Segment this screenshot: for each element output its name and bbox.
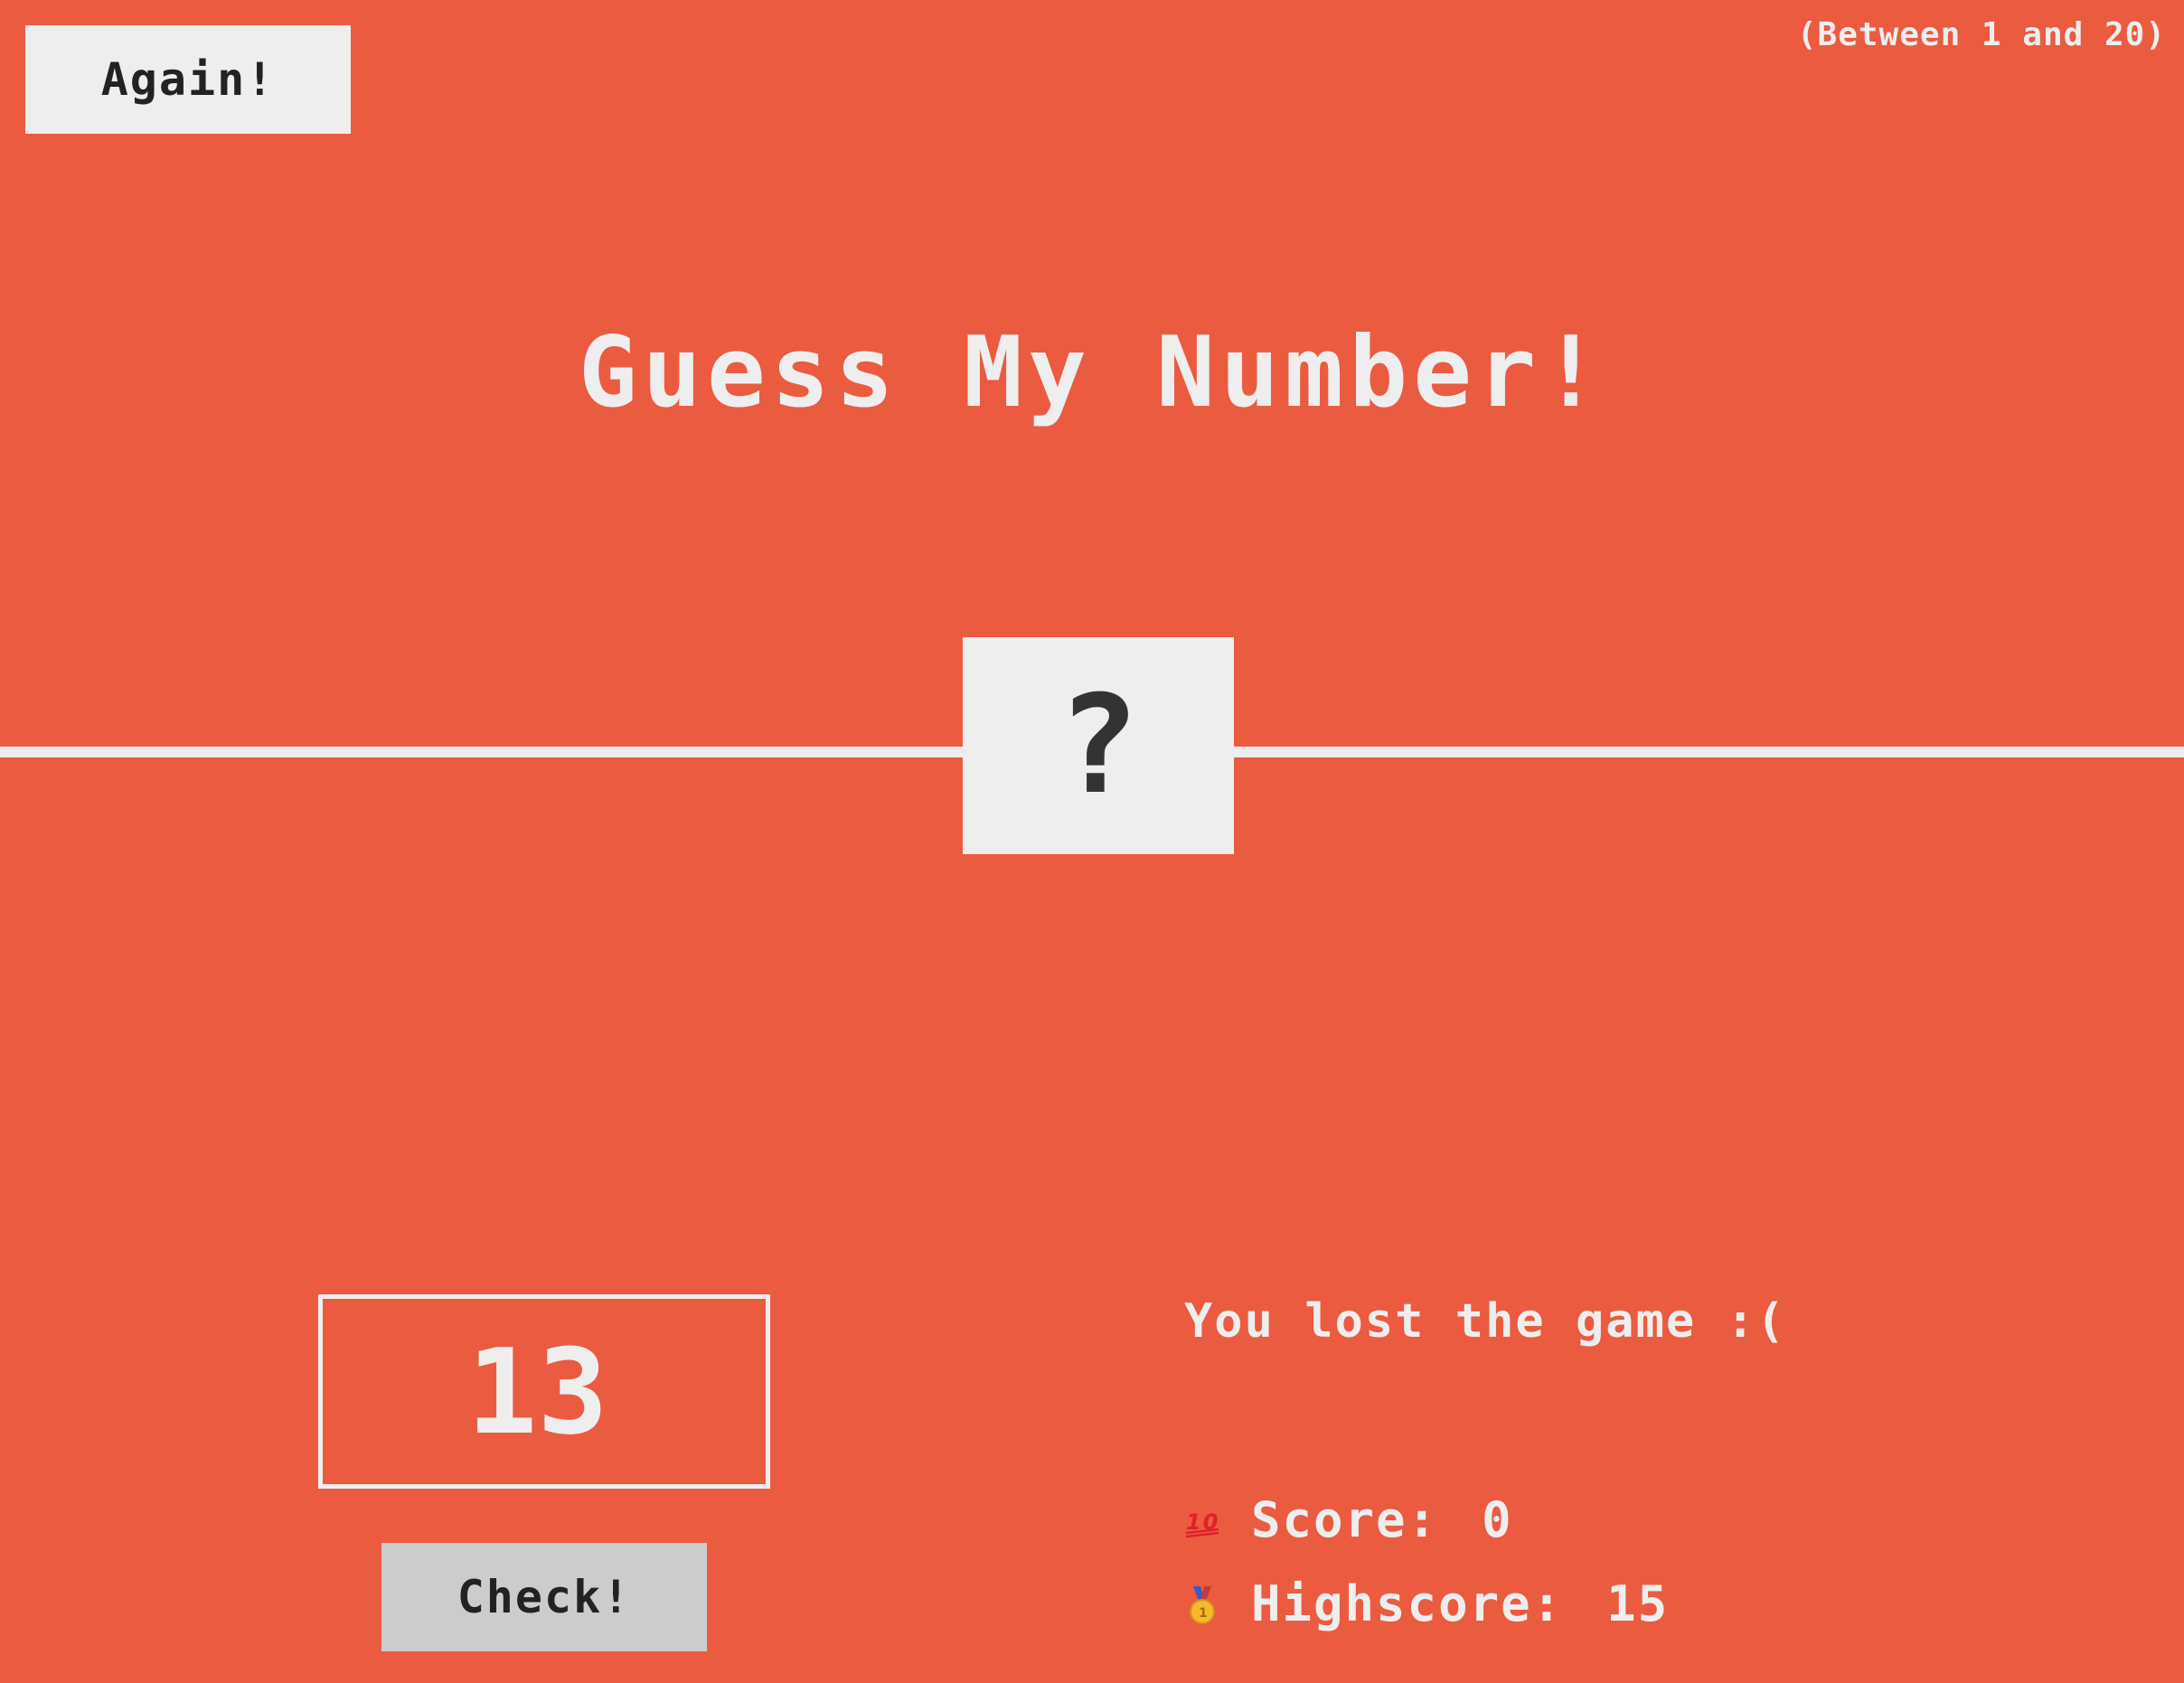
medal-icon: 1 [1184, 1585, 1220, 1624]
svg-text:1: 1 [1199, 1606, 1210, 1621]
again-button[interactable]: Again! [25, 25, 351, 134]
score-value: 0 [1482, 1491, 1513, 1548]
score-label: Score: [1251, 1491, 1439, 1548]
score-row: 100 Score: 0 [1184, 1491, 1513, 1548]
secret-number-box: ? [963, 637, 1234, 854]
check-button[interactable]: Check! [381, 1543, 707, 1651]
highscore-row: 1 Highscore: 15 [1184, 1575, 1669, 1632]
page-title: Guess My Number! [578, 316, 1606, 429]
highscore-label: Highscore: [1251, 1575, 1564, 1632]
guess-input[interactable] [318, 1294, 770, 1489]
secret-number: ? [1057, 667, 1140, 824]
highscore-value: 15 [1606, 1575, 1670, 1632]
hundred-points-icon: 100 [1184, 1502, 1220, 1538]
game-message: You lost the game :( [1184, 1294, 1787, 1349]
range-hint: (Between 1 and 20) [1796, 16, 2166, 53]
